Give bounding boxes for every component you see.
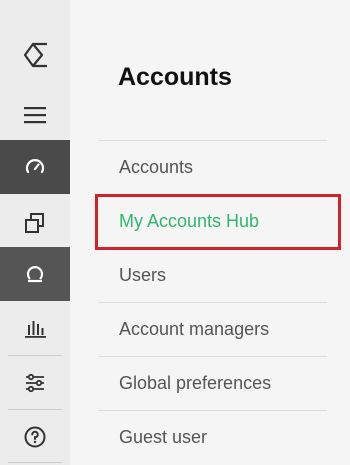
nav-reports[interactable] [0, 301, 70, 355]
nav-help[interactable] [0, 410, 70, 464]
menu-item-global-preferences[interactable]: Global preferences [98, 356, 327, 410]
rail-divider [8, 462, 62, 463]
menu-item-account-managers[interactable]: Account managers [98, 302, 327, 356]
nav-duplicates[interactable] [0, 196, 70, 250]
accounts-menu: Accounts My Accounts Hub Users Account m… [98, 140, 327, 464]
copy-squares-icon [23, 211, 47, 235]
hamburger-menu-icon [23, 105, 47, 125]
help-circle-icon [23, 425, 47, 449]
menu-item-guest-user[interactable]: Guest user [98, 410, 327, 464]
panel-title: Accounts [118, 63, 232, 91]
icon-sidebar [0, 0, 70, 465]
highlight-box [95, 194, 341, 250]
nav-accounts[interactable] [0, 247, 70, 301]
bar-chart-icon [23, 316, 47, 340]
menu-toggle-button[interactable] [0, 88, 70, 142]
nav-dashboard[interactable] [0, 140, 70, 194]
menu-item-users[interactable]: Users [98, 248, 327, 302]
logo-button[interactable] [0, 28, 70, 82]
omega-icon [23, 262, 47, 286]
menu-item-accounts[interactable]: Accounts [98, 140, 327, 194]
sliders-icon [23, 371, 47, 395]
speedometer-icon [23, 155, 47, 179]
logo-icon [20, 37, 50, 73]
nav-settings[interactable] [0, 356, 70, 410]
